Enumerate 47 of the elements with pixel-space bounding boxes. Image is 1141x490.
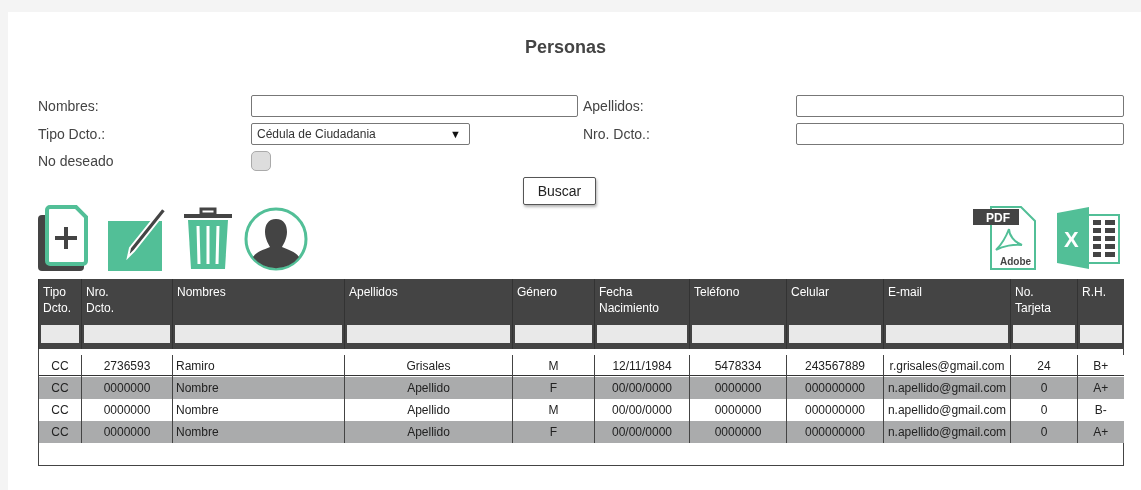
table-cell: CC xyxy=(38,421,82,443)
filter-field[interactable] xyxy=(347,325,510,343)
table-cell: 00/00/0000 xyxy=(594,421,690,443)
table-cell: Nombre xyxy=(172,421,345,443)
table-cell: 0000000 xyxy=(81,421,173,443)
column-header: Género xyxy=(512,279,595,322)
filter-field[interactable] xyxy=(789,325,881,343)
checkbox[interactable] xyxy=(251,151,271,171)
column-header: E-mail xyxy=(883,279,1011,322)
filter-field[interactable] xyxy=(1080,325,1122,343)
filter-field[interactable] xyxy=(41,325,79,343)
column-header: Celular xyxy=(786,279,884,322)
field-label: Nro. Dcto.: xyxy=(583,126,651,142)
column-header: Apellidos xyxy=(344,279,513,322)
dropdown[interactable]: Cédula de Ciudadania ▼ xyxy=(251,123,470,145)
column-header: R.H. xyxy=(1077,279,1124,322)
column-header: Tipo Dcto. xyxy=(38,279,82,322)
filter-field[interactable] xyxy=(175,325,342,343)
field-label: Tipo Dcto.: xyxy=(38,126,107,142)
field-label: No deseado xyxy=(38,153,115,169)
filter-field[interactable] xyxy=(84,325,170,343)
table-cell: 0000000 xyxy=(689,421,787,443)
column-header: Teléfono xyxy=(689,279,787,322)
column-header: Nombres xyxy=(172,279,345,322)
filter-field[interactable] xyxy=(692,325,784,343)
user-icon[interactable] xyxy=(244,207,308,271)
filter-field[interactable] xyxy=(515,325,592,343)
filter-field[interactable] xyxy=(886,325,1008,343)
filter-field[interactable] xyxy=(597,325,687,343)
filter-field[interactable] xyxy=(1013,325,1075,343)
table-cell: A+ xyxy=(1077,421,1124,443)
trash-icon[interactable] xyxy=(184,207,232,271)
table-cell: n.apellido@gmail.com xyxy=(883,421,1011,443)
table-cell: 000000000 xyxy=(786,421,884,443)
column-header: Fecha Nacimiento xyxy=(594,279,690,322)
page-title: Personas xyxy=(523,36,607,59)
table-cell: Apellido xyxy=(344,421,513,443)
text-field[interactable] xyxy=(251,95,578,117)
field-label: Apellidos: xyxy=(583,98,645,114)
column-header: Nro. Dcto. xyxy=(81,279,173,322)
text-field[interactable] xyxy=(796,123,1124,145)
text-field[interactable] xyxy=(796,95,1124,117)
field-label: Nombres: xyxy=(38,98,100,114)
table-cell: 0 xyxy=(1010,421,1078,443)
column-header: No. Tarjeta xyxy=(1010,279,1078,322)
search-button[interactable]: Buscar xyxy=(522,177,597,205)
table-cell: F xyxy=(512,421,595,443)
